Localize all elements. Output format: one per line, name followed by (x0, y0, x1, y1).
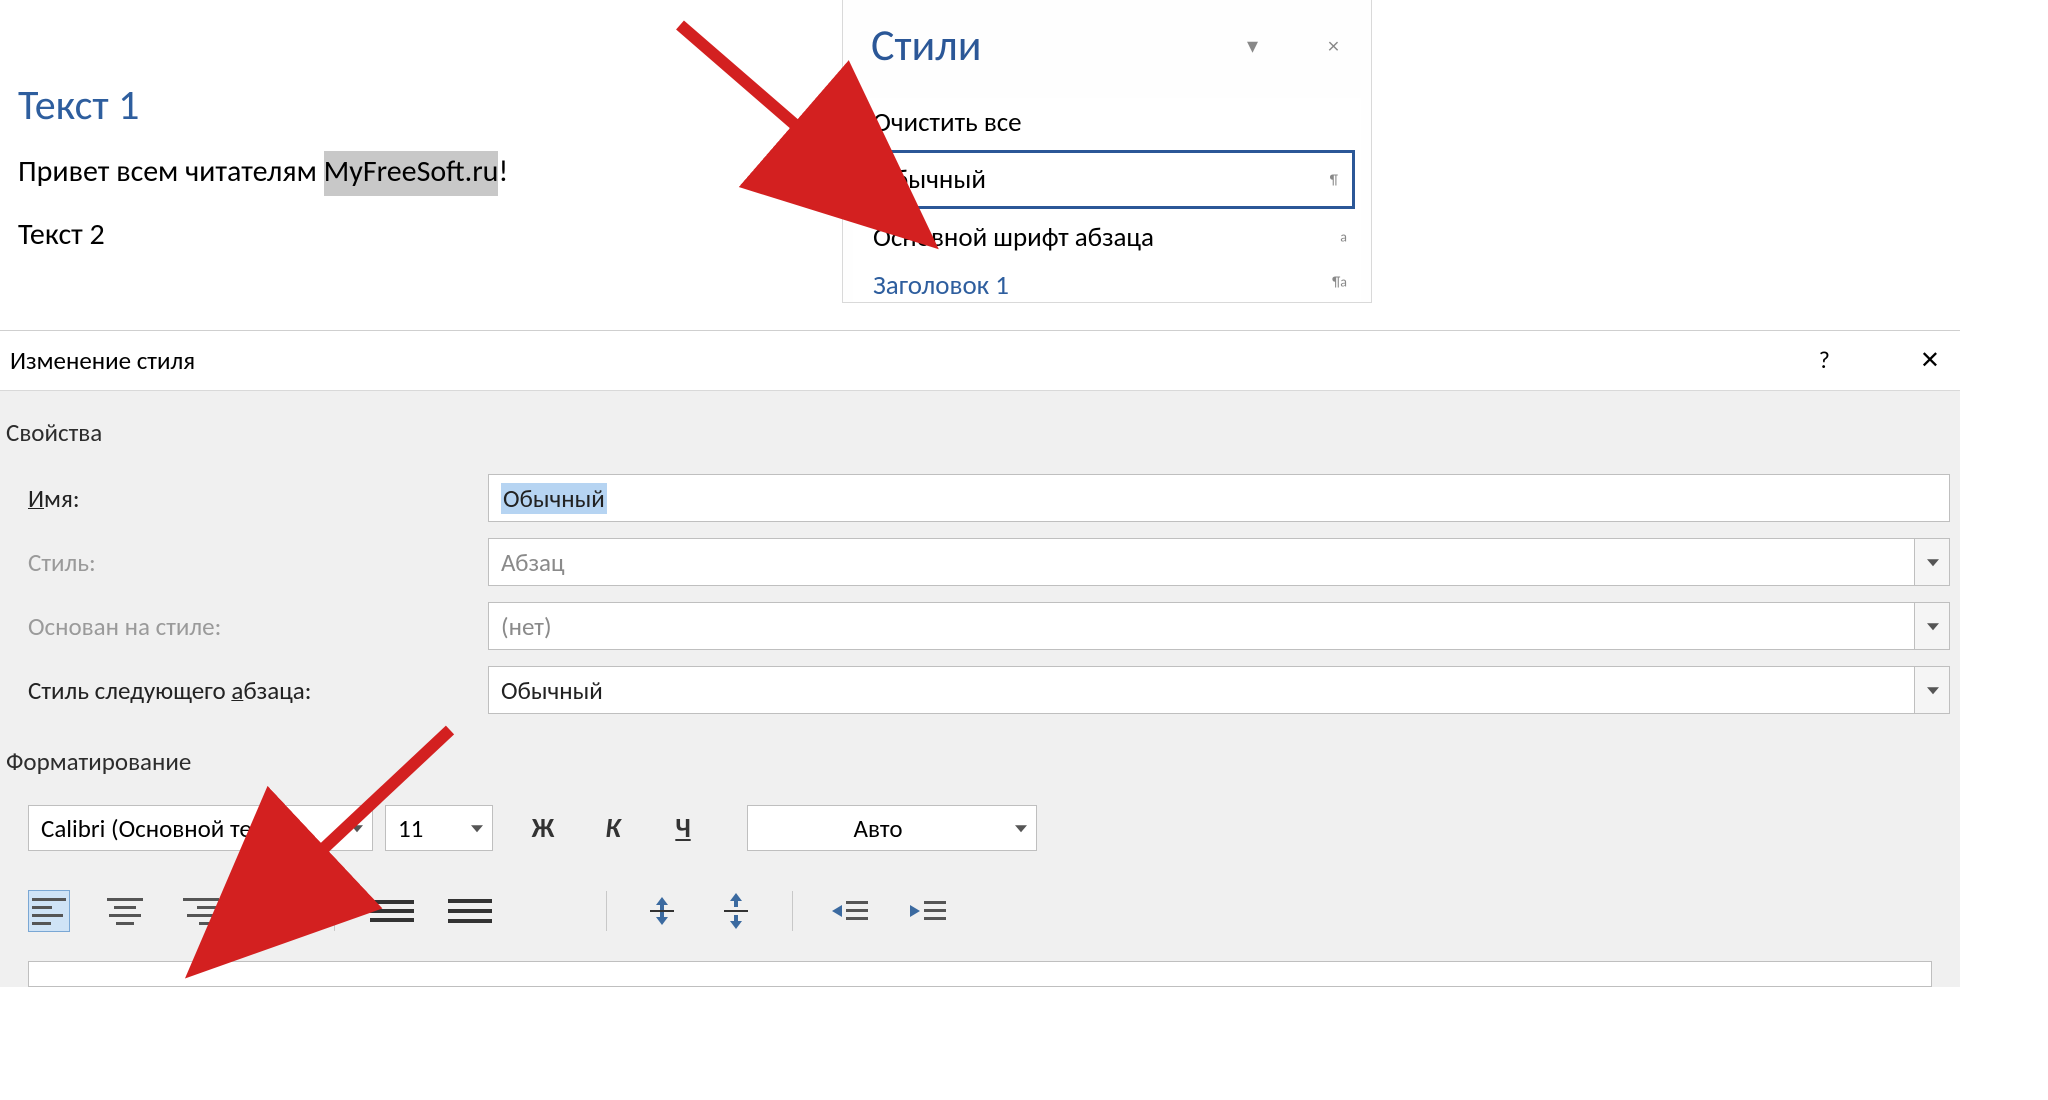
field-row-basedon: Основан на стиле: (нет) (0, 594, 1960, 658)
heading-1[interactable]: Текст 1 (18, 80, 918, 131)
bold-button[interactable]: Ж (523, 812, 563, 845)
chevron-down-icon (1015, 825, 1027, 832)
font-name-select[interactable]: Calibri (Основной текст (28, 805, 373, 851)
dialog-title: Изменение стиля (10, 345, 195, 376)
basedon-select: (нет) (488, 602, 1950, 650)
style-item-label: Основной шрифт абзаца (873, 221, 1154, 254)
field-row-styletype: Стиль: Абзац (0, 530, 1960, 594)
style-item-marker: ¶a (1332, 273, 1347, 290)
decrease-space-before-button[interactable] (716, 891, 756, 931)
name-label: Имя: (28, 483, 488, 514)
styles-panel-menu-icon[interactable]: ▾ (1247, 32, 1258, 59)
styletype-select: Абзац (488, 538, 1950, 586)
font-name-value: Calibri (Основной текст (41, 813, 283, 844)
nextstyle-label: Стиль следующего абзаца: (28, 675, 488, 706)
style-item-heading1[interactable]: Заголовок 1 ¶a (853, 261, 1361, 302)
body-paragraph[interactable]: Привет всем читателям MyFreeSoft.ru! (18, 153, 918, 190)
increase-indent-button[interactable] (906, 891, 950, 931)
align-left-button[interactable] (28, 890, 70, 932)
styles-panel: Стили ▾ × Очистить все Обычный ¶ Основно… (842, 0, 1372, 303)
paragraph-toolbar (0, 867, 1960, 947)
font-size-select[interactable]: 11 (385, 805, 493, 851)
align-right-button[interactable] (180, 890, 222, 932)
section-properties-label: Свойства (0, 401, 1960, 466)
field-row-name: Имя: Обычный (0, 466, 1960, 530)
formatting-toolbar: Calibri (Основной текст 11 Ж К Ч Авто (0, 795, 1960, 855)
name-input-value: Обычный (501, 483, 607, 514)
basedon-value: (нет) (501, 611, 552, 642)
decrease-indent-button[interactable] (828, 891, 872, 931)
line-spacing-1-button[interactable] (370, 896, 414, 926)
selected-text[interactable]: MyFreeSoft.ru (324, 151, 499, 196)
style-item-label: Очистить все (873, 106, 1022, 139)
style-item-label: Заголовок 1 (873, 269, 1009, 302)
align-center-button[interactable] (104, 890, 146, 932)
close-button[interactable]: ✕ (1920, 346, 1940, 375)
font-size-value: 11 (398, 813, 423, 844)
body-text-suffix: ! (498, 153, 508, 190)
chevron-down-icon (1927, 559, 1939, 566)
style-item-marker: a (1340, 229, 1347, 246)
align-justify-button[interactable] (256, 890, 298, 932)
styles-list: Очистить все Обычный ¶ Основной шрифт аб… (853, 98, 1361, 302)
chevron-down-icon (1927, 687, 1939, 694)
basedon-label: Основан на стиле: (28, 611, 488, 642)
chevron-down-icon (471, 825, 483, 832)
style-item-label: Обычный (876, 163, 986, 196)
style-item-marker: ¶ (1330, 171, 1338, 188)
style-preview-box (28, 961, 1932, 987)
font-color-select[interactable]: Авто (747, 805, 1037, 851)
document-area: Текст 1 Привет всем читателям MyFreeSoft… (18, 80, 918, 253)
chevron-down-icon (351, 825, 363, 832)
help-button[interactable]: ? (1819, 346, 1830, 375)
modify-style-dialog: Изменение стиля ? ✕ Свойства Имя: Обычны… (0, 330, 1960, 987)
heading-2[interactable]: Текст 2 (18, 216, 918, 253)
styletype-label: Стиль: (28, 547, 488, 578)
style-item-clear-all[interactable]: Очистить все (853, 98, 1361, 146)
dialog-title-bar: Изменение стиля ? ✕ (0, 331, 1960, 390)
style-item-normal[interactable]: Обычный ¶ (859, 150, 1355, 209)
styles-panel-close-icon[interactable]: × (1328, 32, 1339, 59)
styles-panel-header: Стили ▾ × (843, 0, 1371, 92)
name-input[interactable]: Обычный (488, 474, 1950, 522)
nextstyle-select[interactable]: Обычный (488, 666, 1950, 714)
nextstyle-value: Обычный (501, 675, 603, 706)
body-text-prefix: Привет всем читателям (18, 153, 324, 190)
styletype-value: Абзац (501, 547, 565, 578)
underline-button[interactable]: Ч (663, 812, 703, 845)
style-item-default-font[interactable]: Основной шрифт абзаца a (853, 213, 1361, 261)
styles-panel-title: Стили (871, 18, 982, 72)
font-color-value: Авто (853, 813, 902, 844)
italic-button[interactable]: К (593, 812, 633, 845)
line-spacing-1_5-button[interactable] (448, 896, 492, 926)
section-formatting-label: Форматирование (0, 722, 1960, 795)
line-spacing-2-button[interactable] (526, 896, 570, 926)
increase-space-before-button[interactable] (642, 891, 682, 931)
chevron-down-icon (1927, 623, 1939, 630)
field-row-nextstyle: Стиль следующего абзаца: Обычный (0, 658, 1960, 722)
